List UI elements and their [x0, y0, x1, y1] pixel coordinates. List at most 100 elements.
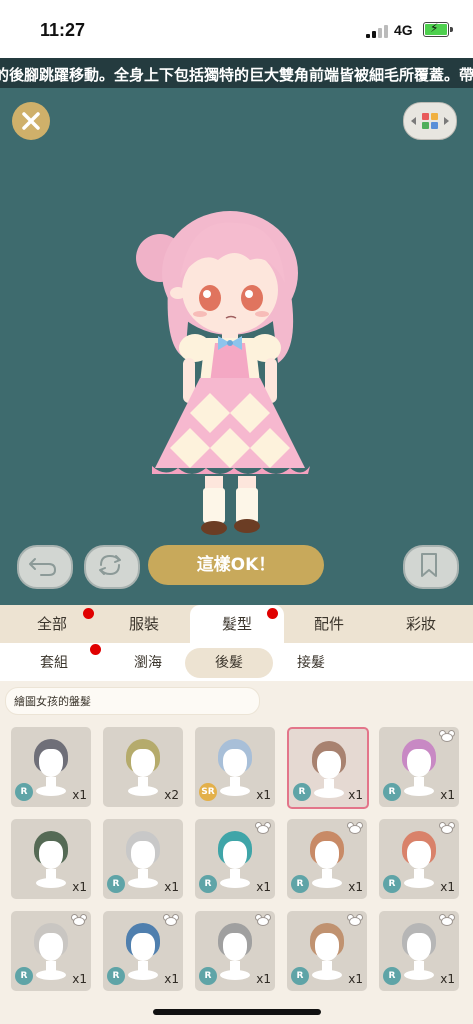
mannequin-head — [39, 841, 63, 869]
bear-icon — [163, 914, 179, 926]
hair-item-card[interactable]: Rx1 — [287, 911, 367, 991]
description-ticker: 的後腳跳躍移動。全身上下包括獨特的巨大雙角前端皆被細毛所覆蓋。帶 — [0, 58, 473, 88]
mannequin-base — [128, 786, 158, 796]
item-name-text: 繪圖女孩的盤髮 — [14, 695, 91, 708]
mannequin-head — [407, 933, 431, 961]
bookmark-icon — [421, 553, 437, 577]
subtab-set[interactable]: 套組 — [10, 648, 98, 678]
mannequin-base — [36, 970, 66, 980]
confirm-ok-button[interactable]: 這樣OK！ — [148, 545, 324, 585]
mannequin-head — [315, 841, 339, 869]
mannequin-base — [36, 786, 66, 796]
subtab-label: 套組 — [40, 655, 68, 671]
mannequin-head — [39, 749, 63, 777]
hair-item-card[interactable]: Rx1 — [287, 727, 369, 809]
mannequin-base — [404, 970, 434, 980]
hair-item-card[interactable]: x1 — [11, 819, 91, 899]
hair-item-card[interactable]: SR x1 — [195, 727, 275, 807]
item-quantity: x1 — [440, 880, 455, 894]
hair-item-card[interactable]: Rx1 — [379, 727, 459, 807]
mannequin-base — [220, 786, 250, 796]
undo-button[interactable] — [17, 545, 73, 589]
mannequin-head — [131, 749, 155, 777]
status-time: 11:27 — [40, 20, 86, 40]
subtab-bangs[interactable]: 瀏海 — [104, 648, 192, 678]
hair-item-card[interactable]: Rx1 — [287, 819, 367, 899]
subtab-back-hair[interactable]: 後髮 — [185, 648, 273, 678]
left-arrow-small-icon — [411, 117, 416, 125]
bear-icon — [439, 914, 455, 926]
hair-item-card[interactable]: Rx1 — [195, 911, 275, 991]
rarity-badge: R — [291, 967, 309, 985]
rarity-badge: R — [107, 875, 125, 893]
item-quantity: x1 — [72, 880, 87, 894]
mannequin-base — [312, 878, 342, 888]
rarity-badge: R — [15, 783, 33, 801]
mannequin-base — [312, 970, 342, 980]
subtab-label: 瀏海 — [134, 655, 162, 671]
item-quantity: x1 — [164, 972, 179, 986]
tab-clothing[interactable]: 服裝 — [97, 605, 191, 643]
palette-grid-icon — [422, 113, 439, 130]
hair-item-card[interactable]: x2 — [103, 727, 183, 807]
mannequin-head — [223, 841, 247, 869]
item-quantity: x1 — [348, 972, 363, 986]
close-icon — [22, 112, 40, 130]
rarity-badge: R — [107, 967, 125, 985]
tab-label: 彩妝 — [405, 615, 436, 633]
item-quantity: x1 — [72, 788, 87, 802]
mannequin-head — [131, 841, 155, 869]
item-quantity: x1 — [348, 788, 363, 802]
hair-item-card[interactable]: Rx1 — [379, 911, 459, 991]
item-quantity: x1 — [348, 880, 363, 894]
ticker-text: 的後腳跳躍移動。全身上下包括獨特的巨大雙角前端皆被細毛所覆蓋。帶 — [0, 66, 473, 84]
sub-tabs: 套組 瀏海 後髮 接髮 — [0, 643, 473, 681]
home-indicator[interactable] — [153, 1009, 321, 1015]
mannequin-base — [128, 970, 158, 980]
item-quantity: x1 — [256, 972, 271, 986]
mannequin-head — [317, 751, 341, 779]
right-arrow-small-icon — [444, 117, 449, 125]
item-quantity: x1 — [256, 880, 271, 894]
mannequin-base — [404, 786, 434, 796]
bear-icon — [439, 730, 455, 742]
tab-label: 全部 — [36, 615, 67, 633]
bear-icon — [71, 914, 87, 926]
background-select-button[interactable] — [403, 102, 457, 140]
hair-item-card[interactable]: Rx1 — [11, 727, 91, 807]
avatar-stage: 這樣OK！ — [0, 88, 473, 605]
bear-icon — [347, 822, 363, 834]
mannequin-head — [223, 933, 247, 961]
tab-accessories[interactable]: 配件 — [282, 605, 376, 643]
network-type: 4G — [394, 22, 413, 38]
rarity-badge: R — [199, 875, 217, 893]
undo-icon — [29, 558, 56, 576]
bear-icon — [439, 822, 455, 834]
rarity-badge: R — [383, 783, 401, 801]
battery-icon: ⚡ — [423, 21, 453, 37]
subtab-label: 後髮 — [215, 655, 243, 671]
mannequin-head — [407, 749, 431, 777]
rotate-button[interactable] — [84, 545, 140, 589]
item-quantity: x1 — [440, 788, 455, 802]
item-quantity: x1 — [256, 788, 271, 802]
item-quantity: x2 — [164, 788, 179, 802]
item-panel: 繪圖女孩的盤髮 Rx1 x2 SR x1 Rx1 Rx1 x1 Rx1 Rx1 Rx1 Rx1 Rx1… — [0, 681, 473, 1024]
hair-item-card[interactable]: Rx1 — [195, 819, 275, 899]
new-dot — [267, 608, 278, 619]
hair-item-card[interactable]: Rx1 — [11, 911, 91, 991]
tab-label: 服裝 — [128, 615, 159, 633]
tab-label: 配件 — [313, 615, 344, 633]
tab-makeup[interactable]: 彩妝 — [374, 605, 468, 643]
hair-item-card[interactable]: Rx1 — [103, 911, 183, 991]
close-button[interactable] — [12, 102, 50, 140]
subtab-extensions[interactable]: 接髮 — [267, 648, 355, 678]
hair-item-card[interactable]: Rx1 — [379, 819, 459, 899]
status-bar: 11:27 4G ⚡ — [0, 0, 473, 58]
bear-icon — [347, 914, 363, 926]
category-tabs: 全部 服裝 髮型 配件 彩妝 — [0, 605, 473, 643]
hair-item-card[interactable]: Rx1 — [103, 819, 183, 899]
bookmark-button[interactable] — [403, 545, 459, 589]
mannequin-head — [131, 933, 155, 961]
mannequin-head — [223, 749, 247, 777]
